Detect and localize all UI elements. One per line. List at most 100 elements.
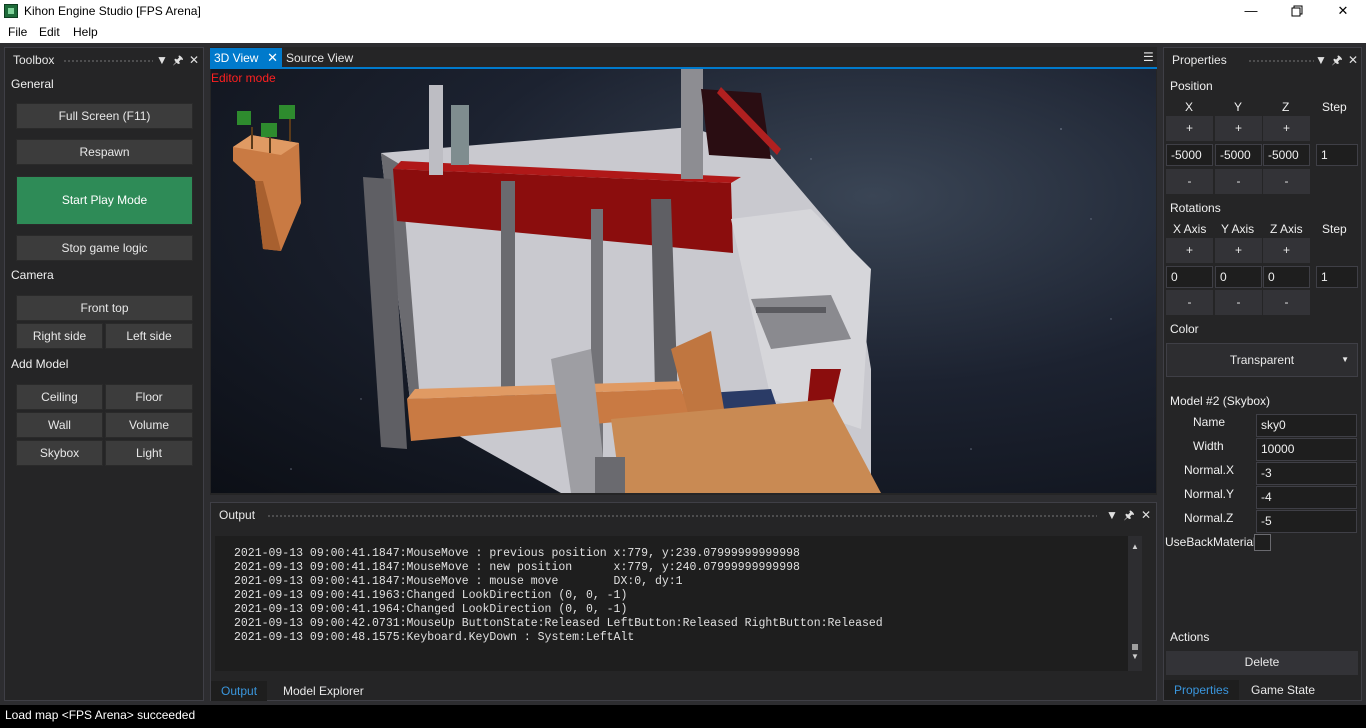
left-side-button[interactable]: Left side	[105, 323, 193, 349]
position-z-minus-button[interactable]: -	[1263, 169, 1310, 194]
front-top-button[interactable]: Front top	[16, 295, 193, 321]
position-step-label: Step	[1322, 100, 1347, 114]
tab-overflow-icon[interactable]: ☰	[1143, 50, 1154, 64]
position-label: Position	[1170, 79, 1213, 93]
name-label: Name	[1193, 415, 1226, 429]
floor-button[interactable]: Floor	[105, 384, 193, 410]
menu-bar: File Edit Help	[0, 23, 1366, 43]
volume-button[interactable]: Volume	[105, 412, 193, 438]
pin-icon[interactable]: 🖈	[1122, 507, 1136, 523]
dropdown-icon[interactable]: ▼	[1314, 52, 1328, 68]
ceiling-button[interactable]: Ceiling	[16, 384, 103, 410]
position-step-field[interactable]: 1	[1316, 144, 1358, 166]
rotation-z-field[interactable]: 0	[1263, 266, 1310, 288]
tab-properties[interactable]: Properties	[1164, 680, 1239, 700]
close-button[interactable]: ✕	[1320, 0, 1366, 23]
wall-button[interactable]: Wall	[16, 412, 103, 438]
rotation-y-plus-button[interactable]: +	[1215, 238, 1262, 263]
normal-x-field[interactable]: -3	[1256, 462, 1357, 485]
position-y-plus-button[interactable]: +	[1215, 116, 1262, 141]
rotation-y-minus-button[interactable]: -	[1215, 290, 1262, 315]
output-header: Output ▼ 🖈 ✕	[211, 503, 1156, 527]
log-line: 2021-09-13 09:00:48.1575:Keyboard.KeyDow…	[234, 631, 635, 644]
tab-3d-view[interactable]: 3D View ✕	[210, 48, 282, 68]
color-label: Color	[1170, 322, 1199, 336]
tab-output[interactable]: Output	[211, 681, 268, 701]
position-y-minus-button[interactable]: -	[1215, 169, 1262, 194]
menu-edit[interactable]: Edit	[35, 25, 64, 39]
color-select[interactable]: Transparent ▼	[1166, 343, 1358, 377]
menu-file[interactable]: File	[4, 25, 31, 39]
rotation-y-field[interactable]: 0	[1215, 266, 1262, 288]
log-line: 2021-09-13 09:00:42.0731:MouseUp ButtonS…	[234, 617, 883, 630]
output-panel: Output ▼ 🖈 ✕ 2021-09-13 09:00:41.1847:Mo…	[210, 502, 1157, 701]
start-play-mode-button[interactable]: Start Play Mode	[16, 176, 193, 225]
full-screen-button[interactable]: Full Screen (F11)	[16, 103, 193, 129]
pin-icon[interactable]: 🖈	[1330, 52, 1344, 68]
tab-model-explorer[interactable]: Model Explorer	[273, 681, 374, 701]
3d-scene	[233, 69, 1112, 493]
grip-handle[interactable]	[63, 59, 153, 64]
light-button[interactable]: Light	[105, 440, 193, 466]
position-z-field[interactable]: -5000	[1263, 144, 1310, 166]
scroll-thumb[interactable]	[1132, 644, 1138, 650]
normal-y-field[interactable]: -4	[1256, 486, 1357, 509]
rotation-z-plus-button[interactable]: +	[1263, 238, 1310, 263]
dropdown-icon[interactable]: ▼	[1105, 507, 1119, 523]
tab-game-state[interactable]: Game State	[1241, 680, 1325, 700]
rotation-z-minus-button[interactable]: -	[1263, 290, 1310, 315]
output-scrollbar[interactable]: ▲ ▼	[1128, 536, 1142, 671]
grip-handle[interactable]	[267, 514, 1097, 519]
position-x-plus-button[interactable]: +	[1166, 116, 1213, 141]
section-add-model: Add Model	[11, 357, 69, 371]
rotation-x-label: X Axis	[1173, 222, 1207, 236]
minimize-button[interactable]: —	[1228, 0, 1274, 23]
scroll-up-icon[interactable]: ▲	[1131, 542, 1139, 551]
restore-button[interactable]	[1274, 0, 1320, 23]
position-x-field[interactable]: -5000	[1166, 144, 1213, 166]
width-field[interactable]: 10000	[1256, 438, 1357, 461]
output-title: Output	[219, 508, 256, 522]
restore-icon	[1291, 5, 1303, 17]
normal-y-label: Normal.Y	[1184, 487, 1235, 501]
chevron-down-icon: ▼	[1341, 355, 1349, 364]
rotation-x-minus-button[interactable]: -	[1166, 290, 1213, 315]
menu-help[interactable]: Help	[69, 25, 102, 39]
pin-icon[interactable]: 🖈	[171, 52, 185, 68]
right-side-button[interactable]: Right side	[16, 323, 103, 349]
editor-mode-label: Editor mode	[211, 71, 276, 85]
delete-button[interactable]: Delete	[1166, 651, 1358, 675]
rotation-z-label: Z Axis	[1270, 222, 1303, 236]
properties-title: Properties	[1172, 53, 1227, 67]
dropdown-icon[interactable]: ▼	[155, 52, 169, 68]
scroll-down-icon[interactable]: ▼	[1131, 652, 1139, 661]
rotation-x-field[interactable]: 0	[1166, 266, 1213, 288]
close-icon[interactable]: ✕	[1346, 52, 1360, 68]
log-line: 2021-09-13 09:00:41.1963:Changed LookDir…	[234, 589, 628, 602]
normal-z-field[interactable]: -5	[1256, 510, 1357, 533]
close-icon[interactable]: ✕	[1139, 507, 1153, 523]
position-y-field[interactable]: -5000	[1215, 144, 1262, 166]
output-log[interactable]: 2021-09-13 09:00:41.1847:MouseMove : pre…	[215, 536, 1137, 671]
window-title: Kihon Engine Studio [FPS Arena]	[24, 4, 201, 18]
close-icon[interactable]: ✕	[267, 48, 278, 68]
rotation-x-plus-button[interactable]: +	[1166, 238, 1213, 263]
log-line: 2021-09-13 09:00:41.1847:MouseMove : pre…	[234, 547, 800, 560]
normal-z-label: Normal.Z	[1184, 511, 1234, 525]
grip-handle[interactable]	[1248, 59, 1314, 64]
log-line: 2021-09-13 09:00:41.1964:Changed LookDir…	[234, 603, 628, 616]
name-field[interactable]: sky0	[1256, 414, 1357, 437]
stop-game-logic-button[interactable]: Stop game logic	[16, 235, 193, 261]
status-text: Load map <FPS Arena> succeeded	[5, 708, 196, 722]
respawn-button[interactable]: Respawn	[16, 139, 193, 165]
rotation-step-field[interactable]: 1	[1316, 266, 1358, 288]
position-z-plus-button[interactable]: +	[1263, 116, 1310, 141]
use-back-material-checkbox[interactable]	[1254, 534, 1271, 551]
normal-x-label: Normal.X	[1184, 463, 1235, 477]
skybox-button[interactable]: Skybox	[16, 440, 103, 466]
close-icon[interactable]: ✕	[187, 52, 201, 68]
3d-viewport[interactable]	[211, 69, 1156, 493]
position-z-label: Z	[1282, 100, 1290, 114]
tab-source-view[interactable]: Source View	[286, 48, 353, 68]
position-x-minus-button[interactable]: -	[1166, 169, 1213, 194]
